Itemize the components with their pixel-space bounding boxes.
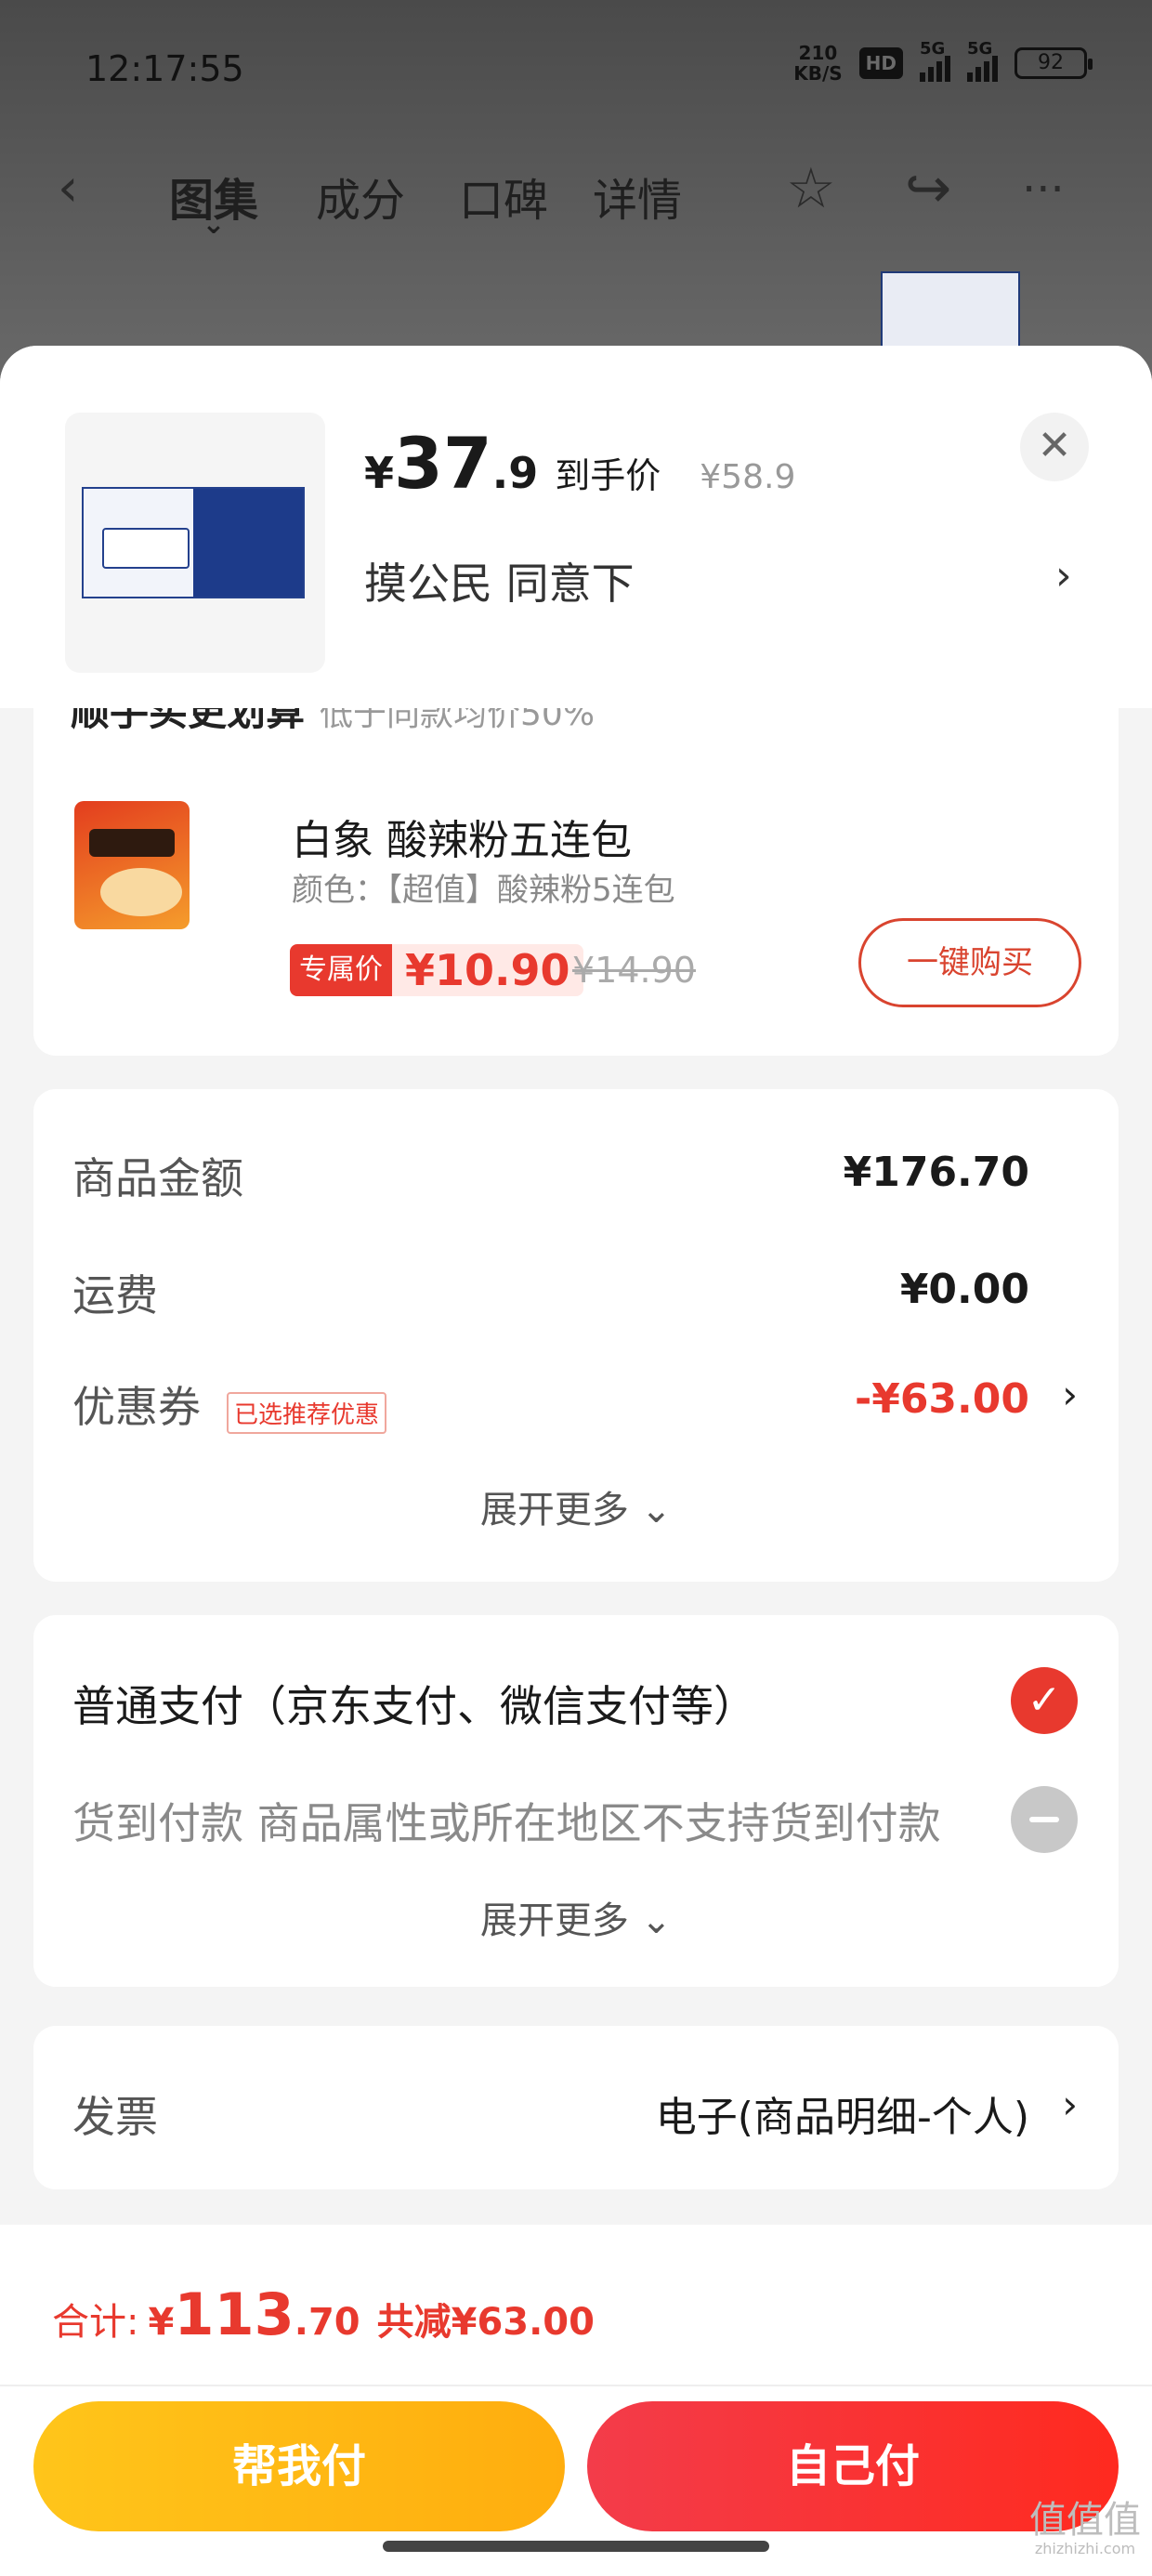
status-bar: 12:17:55 210 KB/S HD 5G 5G 92 <box>0 37 1152 102</box>
close-icon[interactable]: ✕ <box>1020 413 1089 481</box>
status-indicators: 210 KB/S HD 5G 5G 92 <box>793 39 1093 85</box>
price-decimal: .9 <box>491 448 539 498</box>
disabled-icon <box>1011 1786 1078 1853</box>
promo-item-spec: 颜色：【超值】酸辣粉5连包 <box>292 872 675 909</box>
invoice-label: 发票 <box>72 2092 158 2142</box>
user-row[interactable]: 摸公民 同意下 <box>364 550 635 611</box>
tab-gallery[interactable]: 图集 <box>169 164 258 229</box>
price-tag-label: 到手价 <box>555 455 661 496</box>
coupon-value[interactable]: -¥63.00 <box>855 1375 1029 1423</box>
background-page: 12:17:55 210 KB/S HD 5G 5G 92 ‹ 图集 成分 口碑… <box>0 0 1152 390</box>
tab-details[interactable]: 详情 <box>593 164 682 229</box>
price-row: ¥ 37 .9 到手价 ¥58.9 <box>364 422 796 505</box>
chevron-right-icon[interactable]: › <box>1055 552 1072 599</box>
original-price: ¥58.9 <box>700 458 796 496</box>
chevron-right-icon[interactable]: › <box>1062 1372 1078 1417</box>
sheet-header: ¥ 37 .9 到手价 ¥58.9 ✕ 摸公民 同意下 › <box>0 346 1152 708</box>
checkout-footer: 合计: ¥ 113 .70 共减¥63.00 帮我付 自己付 <box>0 2225 1152 2576</box>
product-image <box>65 413 325 673</box>
expand-more-amounts[interactable]: 展开更多 ⌄ <box>33 1479 1119 1533</box>
payment-card: 普通支付（京东支付、微信支付等） ✓ 货到付款 商品属性或所在地区不支持货到付款… <box>33 1615 1119 1987</box>
more-dots-icon[interactable]: ··· <box>1022 164 1065 216</box>
payment-option-normal[interactable]: 普通支付（京东支付、微信支付等） <box>72 1673 756 1734</box>
price-integer: 37 <box>394 422 492 505</box>
star-icon[interactable]: ☆ <box>786 156 836 221</box>
promo-product-image <box>74 801 190 929</box>
top-nav: ‹ 图集 成分 口碑 详情 ☆ ↪ ··· <box>0 149 1152 227</box>
chevron-down-icon: ⌄ <box>628 1899 673 1942</box>
home-indicator[interactable] <box>383 2541 769 2552</box>
shipping-value: ¥0.00 <box>899 1266 1029 1313</box>
share-icon[interactable]: ↪ <box>905 156 951 221</box>
promo-section-title: 顺手买更划算 低于同款均价50% <box>71 708 596 734</box>
chevron-right-icon[interactable]: › <box>1062 2082 1078 2127</box>
tab-ingredients[interactable]: 成分 <box>316 164 405 229</box>
shipping-label: 运费 <box>72 1270 158 1321</box>
goods-amount-label: 商品金额 <box>72 1153 243 1203</box>
network-speed: 210 KB/S <box>793 42 843 85</box>
promo-item-title: 白象 酸辣粉五连包 <box>292 817 632 864</box>
divider <box>0 2385 1152 2386</box>
payment-option-cod: 货到付款 商品属性或所在地区不支持货到付款 <box>72 1798 941 1848</box>
total-decimal: .70 <box>294 2301 360 2344</box>
exclusive-price-badge: 专属价 ¥10.90 <box>290 944 583 996</box>
check-icon[interactable]: ✓ <box>1011 1667 1078 1734</box>
signal-icon: 5G <box>920 39 950 82</box>
total-integer: 113 <box>174 2280 295 2348</box>
amount-card: 商品金额 ¥176.70 运费 ¥0.00 优惠券 已选推荐优惠 -¥63.00… <box>33 1089 1119 1582</box>
goods-amount-value: ¥176.70 <box>843 1149 1029 1196</box>
total-label: 合计: <box>52 2301 139 2344</box>
chevron-left-icon[interactable]: ‹ <box>58 158 78 218</box>
invoice-card[interactable]: 发票 电子(商品明细-个人) › <box>33 2026 1119 2189</box>
one-click-buy-button[interactable]: 一键购买 <box>858 918 1081 1007</box>
help-pay-button[interactable]: 帮我付 <box>33 2401 565 2531</box>
expand-more-payment[interactable]: 展开更多 ⌄ <box>33 1890 1119 1944</box>
battery-icon: 92 <box>1015 47 1093 79</box>
promo-card: 顺手买更划算 低于同款均价50% 白象 酸辣粉五连包 颜色：【超值】酸辣粉5连包 … <box>33 708 1119 1056</box>
tab-reviews[interactable]: 口碑 <box>459 164 548 229</box>
coupon-recommended-tag: 已选推荐优惠 <box>227 1392 387 1434</box>
total-line: 合计: ¥ 113 .70 共减¥63.00 <box>52 2280 595 2348</box>
milk-box-graphic <box>82 487 305 598</box>
watermark-logo: 值值值 zhizhizhi.com <box>1029 2499 1141 2557</box>
promo-original-price: ¥14.90 <box>572 950 696 991</box>
total-savings: 共减¥63.00 <box>376 2301 595 2344</box>
chevron-down-icon: ⌄ <box>628 1489 673 1531</box>
checkout-sheet: ¥ 37 .9 到手价 ¥58.9 ✕ 摸公民 同意下 › 顺手买更划算 低于同款… <box>0 346 1152 2576</box>
hd-icon: HD <box>858 47 903 79</box>
signal-icon-secondary: 5G <box>967 39 998 82</box>
status-time: 12:17:55 <box>85 48 244 89</box>
invoice-value: 电子(商品明细-个人) <box>655 2094 1029 2141</box>
coupon-label: 优惠券 <box>72 1382 201 1432</box>
